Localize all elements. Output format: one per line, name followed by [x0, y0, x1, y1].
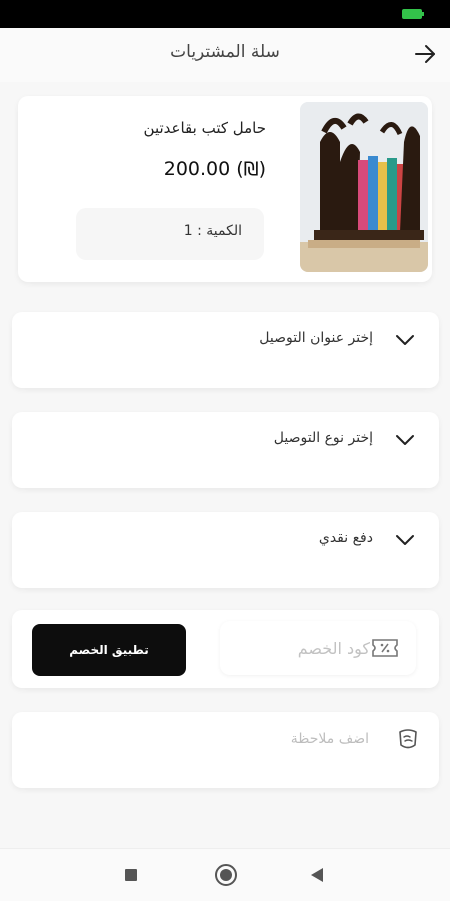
quantity-box: الكمية : 1	[76, 208, 264, 260]
product-price: 200.00 (₪)	[163, 158, 266, 180]
square-icon[interactable]	[124, 868, 138, 882]
chevron-down-icon	[396, 535, 414, 545]
back-triangle-icon[interactable]	[310, 867, 324, 883]
note-card	[12, 712, 439, 788]
arrow-right-icon[interactable]	[412, 42, 438, 66]
chevron-down-icon	[396, 335, 414, 345]
battery-icon	[402, 9, 422, 19]
payment-dropdown-label: دفع نقدي	[318, 530, 373, 546]
app-header: سلة المشتريات	[0, 28, 450, 82]
address-dropdown-label: إختر عنوان التوصيل	[259, 330, 373, 346]
product-name: حامل كتب بقاعدتين	[143, 119, 266, 137]
quantity-label: الكمية : 1	[183, 223, 242, 239]
system-nav-bar	[0, 848, 450, 901]
coupon-input[interactable]	[228, 631, 372, 665]
address-dropdown[interactable]: إختر عنوان التوصيل	[12, 312, 439, 388]
status-bar	[0, 0, 450, 28]
battery-tip	[422, 12, 424, 16]
note-icon	[399, 729, 417, 749]
product-image	[300, 102, 428, 272]
delivery-type-dropdown[interactable]: إختر نوع التوصيل	[12, 412, 439, 488]
page-title: سلة المشتريات	[170, 42, 280, 62]
home-circle-icon[interactable]	[214, 863, 238, 887]
coupon-icon	[372, 639, 398, 657]
note-input[interactable]	[47, 724, 371, 754]
payment-dropdown[interactable]: دفع نقدي	[12, 512, 439, 588]
apply-discount-button[interactable]: تطبيق الخصم	[32, 624, 186, 676]
delivery-type-dropdown-label: إختر نوع التوصيل	[273, 430, 373, 446]
coupon-field	[220, 621, 416, 675]
bookend-picture	[300, 102, 428, 272]
chevron-down-icon	[396, 435, 414, 445]
